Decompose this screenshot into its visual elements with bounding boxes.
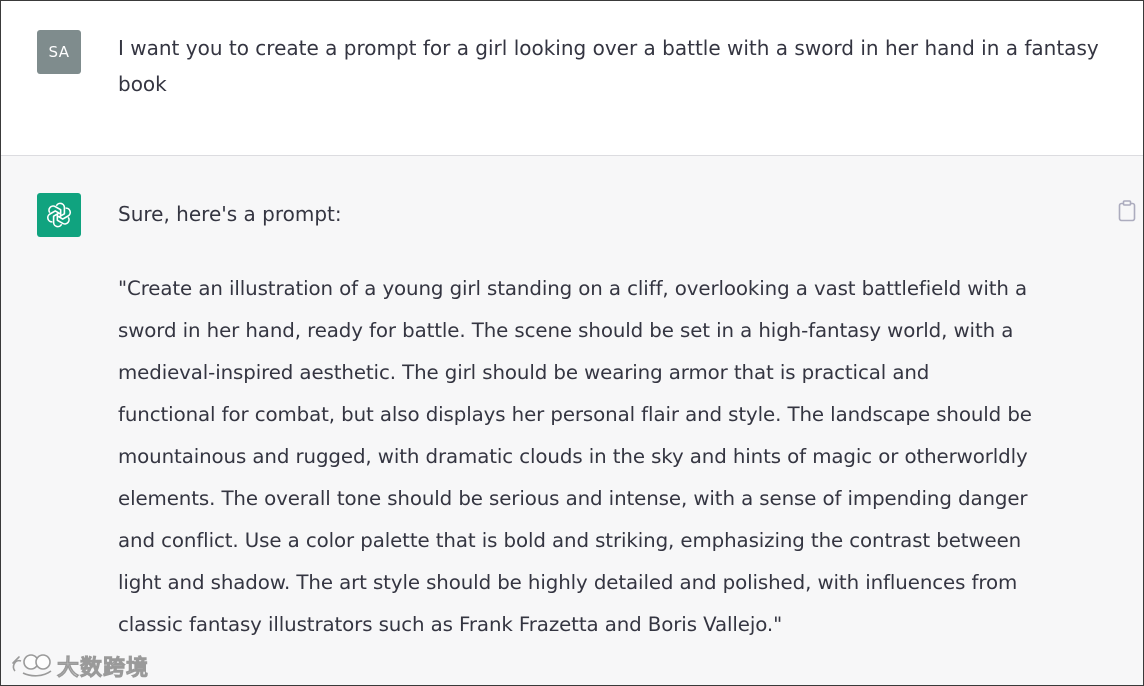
watermark-logo-icon: [9, 649, 53, 683]
user-avatar: SA: [37, 30, 81, 74]
user-avatar-initials: SA: [48, 43, 70, 61]
watermark: 大数跨境: [9, 649, 149, 683]
response-line: classic fantasy illustrators such as Fra…: [118, 613, 783, 636]
openai-logo-icon: [37, 193, 81, 237]
response-line: mountainous and rugged, with dramatic cl…: [118, 445, 1028, 468]
response-line: "Create an illustration of a young girl …: [118, 277, 1028, 300]
user-message-text: I want you to create a prompt for a girl…: [118, 36, 1099, 96]
response-line: sword in her hand, ready for battle. The…: [118, 319, 1014, 342]
response-line: medieval-inspired aesthetic. The girl sh…: [118, 361, 930, 384]
chat-window: SA I want you to create a prompt for a g…: [0, 0, 1144, 686]
response-line: elements. The overall tone should be ser…: [118, 487, 1028, 510]
response-line: and conflict. Use a color palette that i…: [118, 529, 1022, 552]
user-message: SA I want you to create a prompt for a g…: [1, 1, 1143, 156]
assistant-intro-text: Sure, here's a prompt:: [118, 202, 342, 226]
assistant-message: Sure, here's a prompt: "Create an illust…: [1, 156, 1143, 685]
clipboard-icon[interactable]: [1117, 199, 1137, 223]
response-line: light and shadow. The art style should b…: [118, 571, 1018, 594]
watermark-text: 大数跨境: [57, 656, 150, 682]
assistant-response-body: "Create an illustration of a young girl …: [118, 268, 1118, 646]
response-line: functional for combat, but also displays…: [118, 403, 1032, 426]
